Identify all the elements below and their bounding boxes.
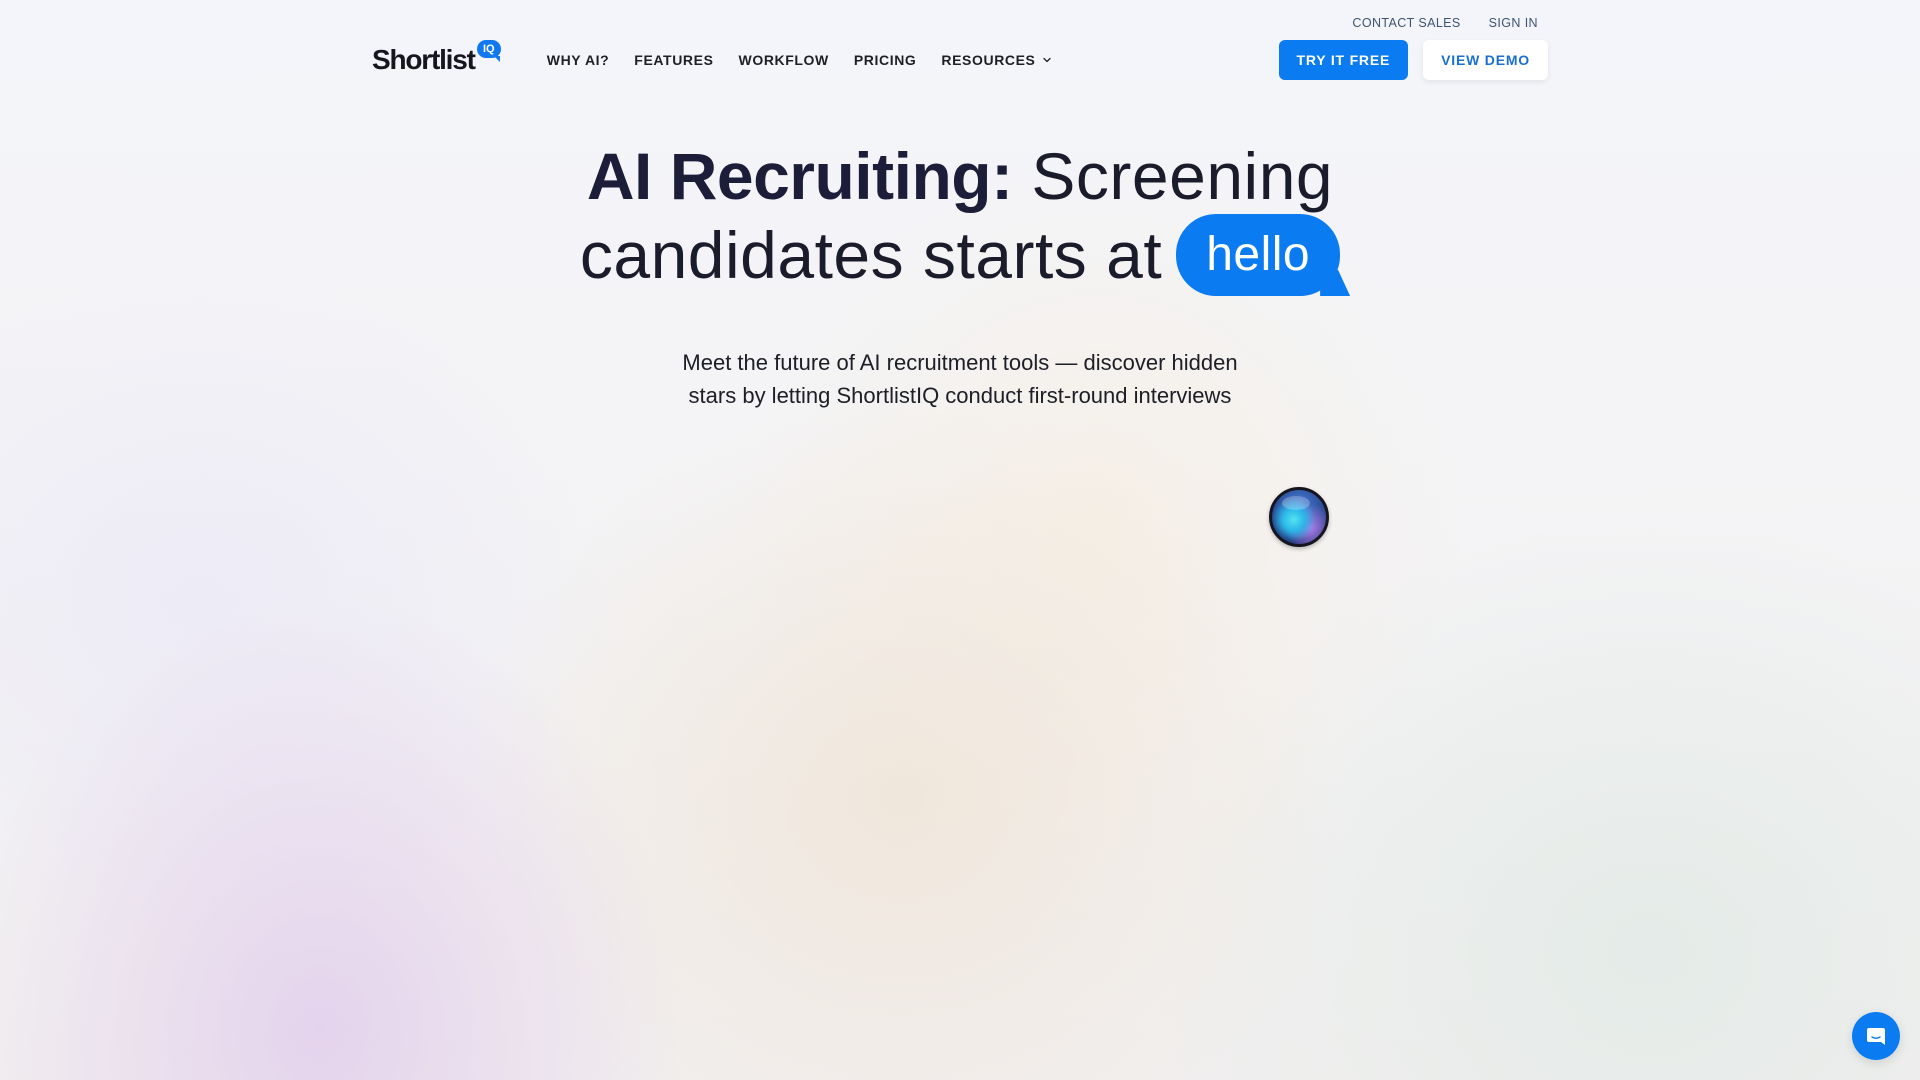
utility-links: CONTACT SALES SIGN IN bbox=[1352, 16, 1538, 30]
ai-orb-icon[interactable] bbox=[1269, 487, 1329, 547]
page: CONTACT SALES SIGN IN Shortlist IQ WHY A… bbox=[0, 0, 1920, 1080]
nav-item-workflow[interactable]: WORKFLOW bbox=[739, 52, 829, 68]
nav-item-label: PRICING bbox=[853, 52, 917, 68]
hero-title-line2-text: candidates starts at bbox=[579, 218, 1163, 292]
contact-sales-link[interactable]: CONTACT SALES bbox=[1352, 16, 1460, 30]
try-it-free-button[interactable]: TRY IT FREE bbox=[1278, 40, 1409, 80]
nav-item-label: WORKFLOW bbox=[738, 52, 829, 68]
hero-subtitle-line1: Meet the future of AI recruitment tools … bbox=[682, 350, 1238, 375]
chevron-down-icon bbox=[1042, 57, 1051, 63]
hero-subtitle-line2: stars by letting ShortlistIQ conduct fir… bbox=[688, 383, 1232, 408]
nav-item-label: WHY AI? bbox=[546, 52, 610, 68]
site-header: Shortlist IQ WHY AI? FEATURES WORKFLOW P… bbox=[372, 40, 1548, 80]
hero-title: AI Recruiting: Screening candidates star… bbox=[0, 138, 1920, 296]
logo-badge: IQ bbox=[476, 40, 501, 62]
hero-title-line2: candidates starts at hello bbox=[579, 214, 1341, 296]
sign-in-link[interactable]: SIGN IN bbox=[1489, 16, 1538, 30]
hero-section: AI Recruiting: Screening candidates star… bbox=[0, 138, 1920, 412]
chat-launcher-button[interactable] bbox=[1852, 1012, 1900, 1060]
hero-subtitle: Meet the future of AI recruitment tools … bbox=[0, 346, 1920, 412]
nav-item-why-ai[interactable]: WHY AI? bbox=[547, 52, 610, 68]
hero-title-bold: AI Recruiting: bbox=[586, 139, 1013, 213]
nav-item-label: FEATURES bbox=[634, 52, 714, 68]
nav-item-features[interactable]: FEATURES bbox=[634, 52, 713, 68]
hero-title-rest: Screening bbox=[1012, 139, 1334, 213]
logo[interactable]: Shortlist IQ bbox=[372, 40, 501, 75]
nav-item-pricing[interactable]: PRICING bbox=[854, 52, 917, 68]
logo-text: Shortlist bbox=[372, 44, 476, 75]
header-actions: TRY IT FREE VIEW DEMO bbox=[1278, 40, 1548, 80]
chat-launcher-icon bbox=[1867, 1028, 1885, 1045]
view-demo-button[interactable]: VIEW DEMO bbox=[1423, 40, 1548, 80]
nav-item-resources[interactable]: RESOURCES bbox=[941, 52, 1051, 68]
nav-item-label: RESOURCES bbox=[941, 52, 1036, 68]
hero-title-line1: AI Recruiting: Screening bbox=[587, 139, 1333, 213]
hello-chat-bubble: hello bbox=[1176, 214, 1341, 296]
main-nav: WHY AI? FEATURES WORKFLOW PRICING RESOUR… bbox=[547, 52, 1052, 68]
